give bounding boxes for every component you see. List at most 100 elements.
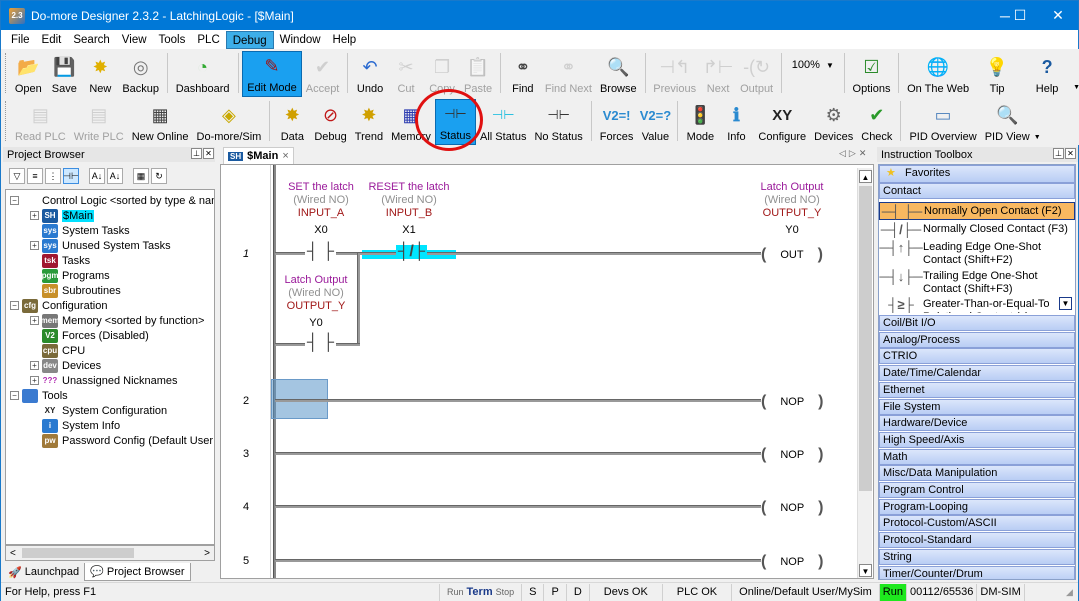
trend-button[interactable]: ✸ Trend <box>351 99 387 145</box>
tree-item[interactable]: + SH $Main <box>30 208 94 223</box>
category-item[interactable]: Protocol-Custom/ASCII <box>879 515 1075 532</box>
domore-sim-button[interactable]: ◈ Do-more/Sim <box>193 99 266 145</box>
filter-icon[interactable]: ▽ <box>9 168 25 184</box>
new-item-icon[interactable]: ▦ <box>133 168 149 184</box>
sort-type-icon[interactable]: A↓ <box>107 168 123 184</box>
tree-item[interactable]: + sys Unused System Tasks <box>30 238 171 253</box>
pid-view-button[interactable]: 🔍 PID View <box>981 99 1034 145</box>
all-status-button[interactable]: ⊣⊢ All Status <box>476 99 530 145</box>
expand-list-icon[interactable]: ▼ <box>1059 297 1072 310</box>
tab-launchpad[interactable]: 🚀 Launchpad <box>3 563 84 581</box>
output-button[interactable]: -(↻ Output <box>736 51 777 97</box>
tip-button[interactable]: 💡 Tip <box>973 51 1021 97</box>
expand-icon[interactable]: + <box>30 361 39 370</box>
tree-item[interactable]: + mem Memory <sorted by function> <box>30 313 204 328</box>
undo-button[interactable]: ↶ Undo <box>352 51 388 97</box>
collapse-icon[interactable]: − <box>10 301 19 310</box>
ladder-vertical-scrollbar[interactable]: ▲ ▼ <box>857 168 872 578</box>
menu-help[interactable]: Help <box>327 31 363 49</box>
browse-button[interactable]: 🔍 Browse <box>596 51 641 97</box>
next-button[interactable]: ↱⊢ Next <box>700 51 736 97</box>
toolbar-overflow-icon[interactable]: ▼ <box>1073 84 1079 91</box>
menu-edit[interactable]: Edit <box>36 31 68 49</box>
tree-item[interactable]: cpu CPU <box>30 343 85 358</box>
tree-item[interactable]: − cfg Configuration <box>10 298 107 313</box>
toolbar-grip[interactable] <box>5 101 8 141</box>
category-favorites[interactable]: ★ Favorites <box>879 165 1075 183</box>
expand-icon[interactable]: + <box>30 376 39 385</box>
category-item[interactable]: File System <box>879 398 1075 415</box>
new-online-button[interactable]: ▦ New Online <box>128 99 193 145</box>
close-tab-icon[interactable]: × <box>282 150 288 162</box>
new-button[interactable]: ✸ New <box>82 51 118 97</box>
menu-file[interactable]: File <box>5 31 36 49</box>
edit-mode-button[interactable]: ✎ Edit Mode <box>242 51 302 97</box>
tree-item[interactable]: + dev Devices <box>30 358 101 373</box>
category-item[interactable]: Coil/Bit I/O <box>879 315 1075 331</box>
instruction-item[interactable]: ┤≥├ Greater-Than-or-Equal-To Relational C… <box>879 296 1075 313</box>
category-item[interactable]: Hardware/Device <box>879 415 1075 432</box>
expand-icon[interactable]: + <box>30 316 39 325</box>
pin-icon[interactable]: ⊥ <box>191 148 202 159</box>
paste-button[interactable]: 📋 Paste <box>460 51 496 97</box>
out-coil-y0[interactable]: (OUT) <box>761 246 823 264</box>
status-button[interactable]: ⊣⊢ Status <box>434 99 477 145</box>
normally-open-contact-y0[interactable]: ┤ ├ <box>305 335 337 351</box>
ladder-editor[interactable]: 1 2 3 4 5 SET the latch (Wired NO) INPUT… <box>220 164 874 579</box>
zoom-dropdown[interactable]: 100% ▼ <box>786 55 840 75</box>
nop-coil[interactable]: (NOP) <box>761 446 824 464</box>
collapse-icon[interactable]: − <box>10 196 19 205</box>
close-panel-icon[interactable]: ✕ <box>1065 148 1076 159</box>
value-button[interactable]: V2=? Value <box>637 99 673 145</box>
backup-button[interactable]: ◎ Backup <box>118 51 163 97</box>
normally-closed-contact-x1[interactable]: ┤/├ <box>396 244 428 260</box>
nop-coil[interactable]: (NOP) <box>761 499 824 517</box>
info-button[interactable]: ℹ Info <box>718 99 754 145</box>
no-status-button[interactable]: ⊣⊢ No Status <box>530 99 586 145</box>
category-contact[interactable]: Contact <box>879 183 1075 199</box>
show-addresses-icon[interactable]: ⋮ <box>45 168 61 184</box>
tree-item[interactable]: tsk Tasks <box>30 253 90 268</box>
category-item[interactable]: Analog/Process <box>879 331 1075 348</box>
category-item[interactable]: Math <box>879 448 1075 465</box>
tree-item[interactable]: +??? Unassigned Nicknames <box>30 373 178 388</box>
previous-button[interactable]: ⊣↰ Previous <box>649 51 700 97</box>
help-button[interactable]: ? Help <box>1021 51 1073 97</box>
nop-coil[interactable]: (NOP) <box>761 553 824 571</box>
tree-item[interactable]: sbr Subroutines <box>30 283 121 298</box>
debug-button[interactable]: ⊘ Debug <box>310 99 350 145</box>
instruction-item[interactable]: ─┤↓├─ Trailing Edge One-Shot Contact (Shi… <box>879 268 1075 296</box>
options-button[interactable]: ☑ Options <box>849 51 895 97</box>
cut-button[interactable]: ✂ Cut <box>388 51 424 97</box>
find-button[interactable]: ⚭ Find <box>505 51 541 97</box>
tab-navigation[interactable]: ◁▷✕ <box>839 148 869 159</box>
memory-button[interactable]: ▦ Memory <box>387 99 435 145</box>
tree-item[interactable]: V2 Forces (Disabled) <box>30 328 149 343</box>
close-button[interactable]: ✕ <box>1035 1 1079 30</box>
save-button[interactable]: 💾 Save <box>46 51 82 97</box>
menu-view[interactable]: View <box>116 31 153 49</box>
toolbar-grip[interactable] <box>5 53 7 93</box>
tab-project-browser[interactable]: 💬 Project Browser <box>84 563 191 581</box>
scroll-down-icon[interactable]: ▼ <box>859 564 872 577</box>
resize-grip-icon[interactable]: ◢ <box>1066 587 1078 598</box>
menu-tools[interactable]: Tools <box>153 31 192 49</box>
nop-coil[interactable]: (NOP) <box>761 393 824 411</box>
category-item[interactable]: Ethernet <box>879 381 1075 398</box>
menu-debug[interactable]: Debug <box>225 30 274 49</box>
scroll-left-icon[interactable]: < <box>10 548 16 559</box>
copy-button[interactable]: ❐ Copy <box>424 51 460 97</box>
mode-button[interactable]: 🚦 Mode <box>682 99 718 145</box>
configure-button[interactable]: XY Configure <box>754 99 810 145</box>
sort-alpha-icon[interactable]: A↓ <box>89 168 105 184</box>
toolbar-overflow-icon[interactable]: ▼ <box>1034 134 1041 141</box>
pid-overview-button[interactable]: ▭ PID Overview <box>905 99 980 145</box>
forces-button[interactable]: V2=! Forces <box>596 99 638 145</box>
read-plc-button[interactable]: ▤ Read PLC <box>11 99 70 145</box>
instruction-item[interactable]: ─┤↑├─ Leading Edge One-Shot Contact (Shif… <box>879 239 1075 267</box>
devices-button[interactable]: ⚙ Devices <box>810 99 857 145</box>
refresh-icon[interactable]: ↻ <box>151 168 167 184</box>
menu-plc[interactable]: PLC <box>191 31 225 49</box>
find-next-button[interactable]: ⚭ Find Next <box>541 51 596 97</box>
collapse-icon[interactable]: − <box>10 391 19 400</box>
